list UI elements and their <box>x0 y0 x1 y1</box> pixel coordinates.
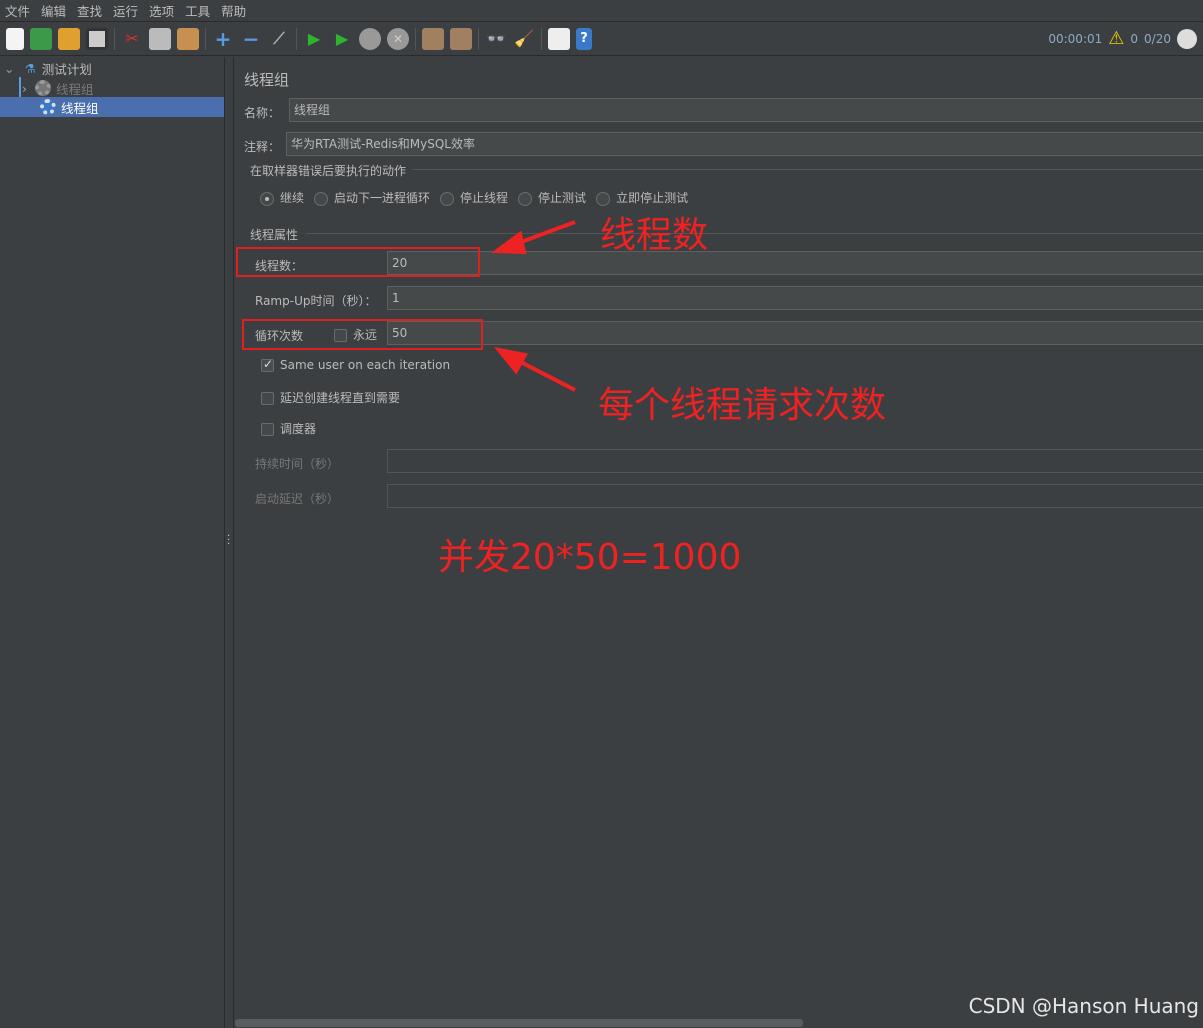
annotation-arrows <box>491 220 576 392</box>
concurrency-annotation: 并发20*50=1000 <box>438 537 742 578</box>
loops-arrowhead <box>493 347 529 375</box>
watermark: CSDN @Hanson Huang <box>968 994 1199 1018</box>
threads-annotation: 线程数 <box>600 215 709 256</box>
threads-arrowhead <box>491 230 527 255</box>
loops-annotation: 每个线程请求次数 <box>598 385 887 426</box>
